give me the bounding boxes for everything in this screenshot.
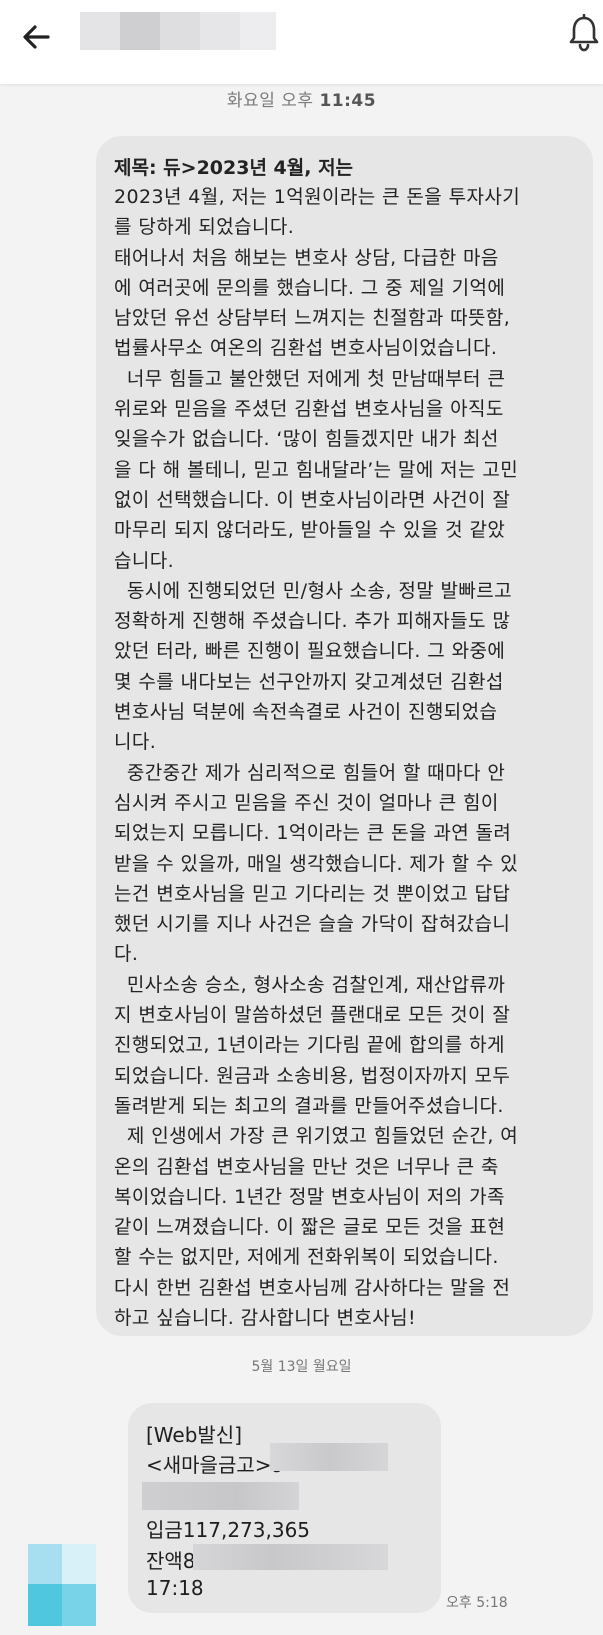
sms-line-time: 17:18	[146, 1576, 204, 1600]
message-line: 는건 변호사님을 믿고 기다리는 것 뿐이었고 답답	[114, 882, 511, 905]
message-line: 받을 수 있을까, 매일 생각했습니다. 제가 할 수 있	[114, 852, 519, 875]
message-line: 온의 김환섭 변호사님을 만난 것은 너무나 큰 축	[114, 1155, 499, 1178]
message-line: 았던 터라, 빠른 진행이 필요했습니다. 그 와중에	[114, 640, 506, 663]
message-line: 를 당하게 되었습니다.	[114, 216, 295, 239]
message-line: 에 여러곳에 문의를 했습니다. 그 중 제일 기억에	[114, 276, 506, 299]
sms-line-deposit: 입금117,273,365	[146, 1518, 311, 1542]
avatar[interactable]	[28, 1544, 96, 1626]
message-line: 같이 느껴졌습니다. 이 짧은 글로 모든 것을 표현	[114, 1216, 506, 1239]
message-line: 제 인생에서 가장 큰 위기였고 힘들었던 순간, 여	[114, 1125, 519, 1148]
message-body: 2023년 4월, 저는 1억원이라는 큰 돈을 투자사기를 당하게 되었습니다…	[114, 182, 584, 1333]
message-line: 변호사님 덕분에 속전속결로 사건이 진행되었습	[114, 701, 498, 724]
message-line: 너무 힘들고 불안했던 저에게 첫 만남때부터 큰	[114, 367, 506, 390]
message-timestamp: 화요일 오후 11:45	[0, 86, 603, 111]
message-subject: 제목: 듀>2023년 4월, 저는	[114, 157, 354, 179]
timestamp-time: 11:45	[319, 91, 377, 111]
message-line: 복이었습니다. 1년간 정말 변호사님이 저의 가족	[114, 1185, 505, 1208]
timestamp-day: 화요일 오후	[226, 91, 314, 111]
message-line: 지 변호사님이 말씀하셨던 플랜대로 모든 것이 잘	[114, 1004, 511, 1027]
date-separator: 5월 13일 월요일	[251, 1359, 352, 1375]
message-line: 태어나서 처음 해보는 변호사 상담, 다급한 마음	[114, 246, 499, 269]
message-line: 다시 한번 김환섭 변호사님께 감사하다는 말을 전	[114, 1276, 511, 1299]
message-line: 다.	[114, 943, 139, 966]
message-line: 잊을수가 없습니다. ‘많이 힘들겠지만 내가 최선	[114, 428, 499, 451]
message-line: 심시켜 주시고 믿음을 주신 것이 얼마나 큰 힘이	[114, 791, 499, 814]
redacted-block	[270, 1443, 388, 1471]
arrow-left-icon[interactable]	[18, 18, 56, 56]
message-line: 마무리 되지 않더라도, 받아들일 수 있을 것 같았	[114, 519, 506, 542]
redacted-block	[142, 1482, 299, 1510]
sms-timestamp: 오후 5:18	[446, 1595, 508, 1611]
message-line: 돌려받게 되는 최고의 결과를 만들어주셨습니다.	[114, 1094, 504, 1117]
message-line: 없이 선택했습니다. 이 변호사님이라면 사건이 잘	[114, 488, 511, 511]
message-line: 정확하게 진행해 주셨습니다. 추가 피해자들도 많	[114, 610, 511, 633]
message-line: 진행되었고, 1년이라는 기다림 끝에 합의를 하게	[114, 1034, 505, 1057]
message-line: 2023년 4월, 저는 1억원이라는 큰 돈을 투자사기	[114, 186, 521, 208]
message-line: 되었는지 모릅니다. 1억이라는 큰 돈을 과연 돌려	[114, 822, 512, 845]
message-line: 남았던 유선 상담부터 느껴지는 친절함과 따뜻함,	[114, 307, 511, 330]
sms-line-web: [Web발신]	[146, 1423, 243, 1447]
message-line: 되었습니다. 원금과 소송비용, 법정이자까지 모두	[114, 1064, 511, 1087]
redacted-block	[193, 1544, 388, 1570]
message-line: 중간중간 제가 심리적으로 힘들어 할 때마다 안	[114, 761, 506, 784]
message-line: 위로와 믿음을 주셨던 김환섭 변호사님을 아직도	[114, 398, 504, 421]
message-line: 을 다 해 볼테니, 믿고 힘내달라’는 말에 저는 고민	[114, 458, 519, 481]
sms-line-balance: 잔액8	[146, 1549, 196, 1573]
message-line: 니다.	[114, 731, 157, 754]
message-line: 할 수는 없지만, 저에게 전화위복이 되었습니다.	[114, 1246, 499, 1269]
top-app-bar	[0, 0, 603, 84]
message-line: 민사소송 승소, 형사소송 검찰인계, 재산압류까	[114, 973, 506, 996]
message-line: 하고 싶습니다. 감사합니다 변호사님!	[114, 1306, 416, 1329]
message-line: 법률사무소 여온의 김환섭 변호사님이었습니다.	[114, 337, 498, 360]
bell-icon[interactable]	[568, 14, 600, 52]
message-line: 몇 수를 내다보는 선구안까지 갖고계셨던 김환섭	[114, 670, 504, 693]
message-line: 했던 시기를 지나 사건은 슬슬 가닥이 잡혀갔습니	[114, 913, 511, 936]
sms-line-sender: <새마을금고>9	[146, 1453, 285, 1477]
message-line: 습니다.	[114, 549, 175, 572]
message-line: 동시에 진행되었던 민/형사 소송, 정말 발빠르고	[114, 579, 513, 602]
contact-name-redacted	[80, 12, 276, 50]
